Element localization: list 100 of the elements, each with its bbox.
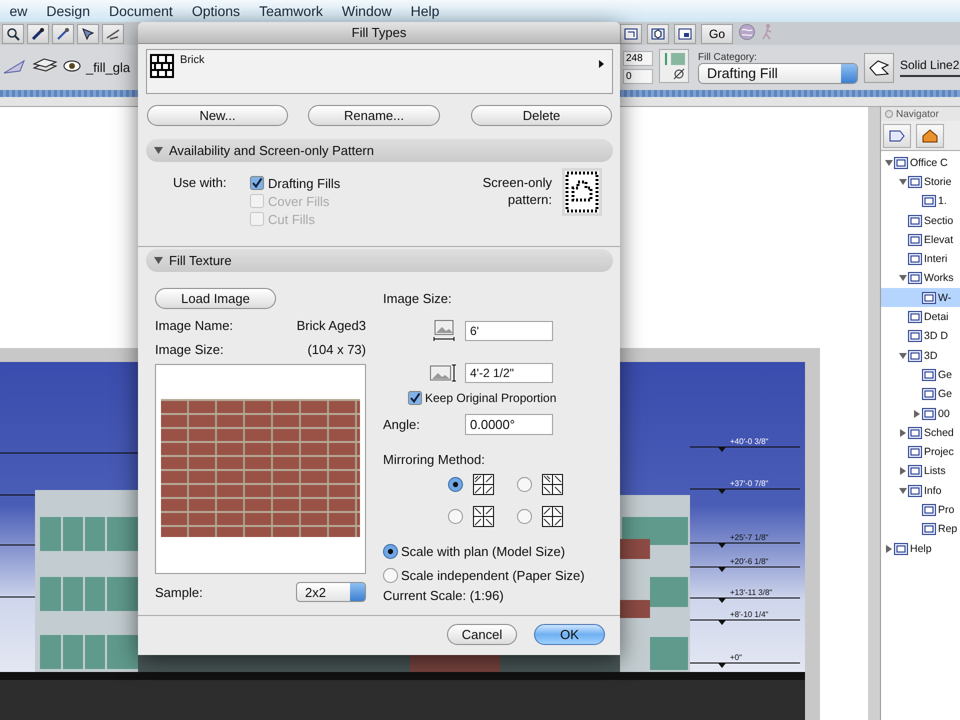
- submenu-arrow-icon: [599, 60, 604, 68]
- number-field[interactable]: 248: [623, 51, 653, 66]
- screen-pattern-icon[interactable]: [562, 168, 602, 216]
- radio-button[interactable]: [517, 508, 532, 524]
- radio-button[interactable]: [383, 568, 398, 582]
- sample-select[interactable]: 2x2: [296, 582, 366, 602]
- disclosure-triangle-icon[interactable]: [154, 256, 163, 265]
- tree-item[interactable]: Info: [881, 481, 960, 500]
- mirroring-method-label: Mirroring Method:: [383, 452, 485, 466]
- menu-item[interactable]: Teamwork: [250, 3, 332, 19]
- disclosure-triangle-icon[interactable]: [898, 274, 906, 282]
- tree-item[interactable]: Works: [881, 268, 960, 288]
- checkbox-option[interactable]: Drafting Fills: [250, 174, 340, 192]
- view-icon: [922, 523, 936, 536]
- dialog-button[interactable]: New...: [147, 105, 288, 126]
- menu-item[interactable]: Window: [332, 3, 402, 19]
- radio-button[interactable]: [517, 476, 532, 492]
- box-icon[interactable]: [647, 24, 669, 44]
- house-icon[interactable]: [916, 124, 944, 148]
- section-header[interactable]: Availability and Screen-only Pattern: [146, 139, 613, 162]
- tree-item[interactable]: Projec: [881, 442, 960, 462]
- tree-item[interactable]: Detai: [881, 307, 960, 327]
- fill-selector[interactable]: Brick: [146, 49, 613, 94]
- pen-swatch-icon[interactable]: [659, 49, 689, 86]
- image-size-value: (104 x 73): [307, 342, 366, 356]
- tree-item[interactable]: Sched: [881, 423, 960, 442]
- menu-item[interactable]: Design: [36, 3, 100, 19]
- radio-button[interactable]: [448, 508, 463, 524]
- fill-category-select[interactable]: Drafting Fill: [698, 62, 858, 84]
- radio-button[interactable]: [383, 544, 398, 558]
- fill-category-label: Fill Category:: [698, 52, 758, 62]
- screen-pattern-label: Screen-only pattern:: [482, 174, 552, 209]
- floor-plan-icon[interactable]: [620, 24, 642, 44]
- checkbox[interactable]: [250, 176, 264, 190]
- line-tool-icon[interactable]: [102, 24, 124, 44]
- radio-option[interactable]: Scale independent (Paper Size): [383, 565, 603, 585]
- zoom-icon[interactable]: [2, 24, 24, 44]
- tree-item[interactable]: Pro: [881, 500, 960, 520]
- eyedropper-icon[interactable]: [27, 24, 49, 44]
- dialog-button[interactable]: Rename...: [308, 105, 440, 126]
- fill-tool-icon[interactable]: [864, 52, 894, 82]
- angle-field[interactable]: 0.0000°: [465, 414, 553, 435]
- menu-item[interactable]: ew: [0, 3, 37, 19]
- tree-item[interactable]: Rep: [881, 520, 960, 539]
- go-button[interactable]: Go: [701, 24, 734, 44]
- window-icon[interactable]: [674, 24, 696, 44]
- tree-item[interactable]: Elevat: [881, 230, 960, 250]
- tree-item[interactable]: 00: [881, 404, 960, 424]
- tree-item[interactable]: Storie: [881, 172, 960, 192]
- view-icon: [922, 292, 936, 304]
- disclosure-triangle-icon[interactable]: [898, 352, 906, 360]
- eyedropper-icon[interactable]: [52, 24, 74, 44]
- disclosure-triangle-icon[interactable]: [912, 410, 920, 418]
- disclosure-triangle-icon[interactable]: [884, 544, 892, 553]
- tree-item[interactable]: W-: [881, 288, 960, 308]
- section-title: Availability and Screen-only Pattern: [169, 143, 374, 158]
- view-icon: [894, 156, 908, 169]
- disclosure-triangle-icon[interactable]: [884, 158, 892, 167]
- mirror-pattern-icon: [542, 474, 563, 494]
- view-icon: [908, 465, 922, 478]
- tree-item[interactable]: 1.: [881, 192, 960, 211]
- tree-item[interactable]: Ge: [881, 384, 960, 404]
- panel-title: Navigator: [896, 108, 939, 120]
- line-type-label: Solid Line2: [900, 58, 960, 72]
- view-icon: [922, 195, 936, 208]
- tree-item[interactable]: Office C: [881, 153, 960, 172]
- tree-item[interactable]: Sectio: [881, 210, 960, 230]
- mirror-pattern-icon: [542, 506, 563, 526]
- load-image-button[interactable]: Load Image: [155, 288, 276, 309]
- image-name-label: Image Name:: [155, 318, 234, 332]
- tree-item[interactable]: 3D: [881, 346, 960, 366]
- checkbox-option[interactable]: Keep Original Proportion: [383, 389, 603, 407]
- disclosure-triangle-icon[interactable]: [898, 467, 906, 476]
- checkbox-option: Cover Fills: [250, 192, 340, 210]
- checkbox[interactable]: [408, 391, 422, 405]
- radio-button[interactable]: [448, 476, 463, 492]
- image-width-field[interactable]: 6': [465, 321, 553, 341]
- disclosure-triangle-icon[interactable]: [898, 428, 906, 437]
- cancel-button[interactable]: Cancel: [447, 624, 517, 645]
- tree-item[interactable]: Ge: [881, 365, 960, 385]
- menu-item[interactable]: Options: [182, 3, 250, 19]
- current-scale-text: Current Scale: (1:96): [383, 588, 504, 602]
- dialog-button[interactable]: Delete: [471, 105, 612, 126]
- image-height-field[interactable]: 4'-2 1/2": [465, 363, 553, 383]
- number-field[interactable]: 0: [623, 69, 653, 84]
- level-label: +37'-0 7/8": [730, 479, 768, 488]
- ok-button[interactable]: OK: [534, 624, 605, 645]
- radio-option[interactable]: Scale with plan (Model Size): [383, 541, 603, 561]
- section-header[interactable]: Fill Texture: [146, 249, 613, 272]
- tree-item[interactable]: 3D D: [881, 326, 960, 346]
- menu-item[interactable]: Document: [100, 3, 182, 19]
- view-icon: [922, 388, 936, 400]
- tree-item[interactable]: Lists: [881, 462, 960, 482]
- disclosure-triangle-icon[interactable]: [898, 178, 906, 186]
- disclosure-triangle-icon[interactable]: [898, 486, 906, 495]
- tree-item[interactable]: Help: [881, 538, 960, 558]
- view-map-icon[interactable]: [883, 124, 911, 148]
- disclosure-triangle-icon[interactable]: [154, 146, 163, 155]
- tree-item[interactable]: Interi: [881, 249, 960, 269]
- menu-item[interactable]: Help: [401, 3, 449, 19]
